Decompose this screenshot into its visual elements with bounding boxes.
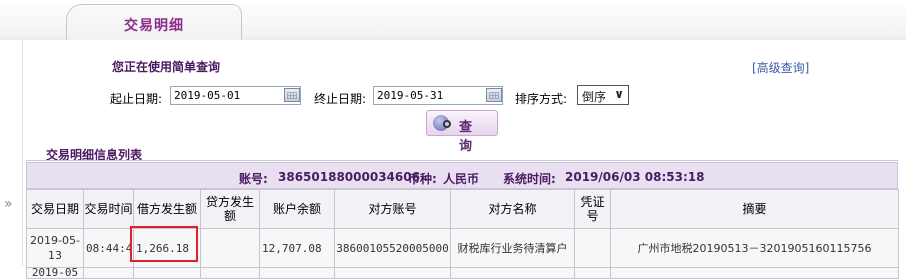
- search-button-label: 查 询: [459, 120, 476, 154]
- calendar-icon[interactable]: [486, 88, 502, 102]
- cell-debit: 1,266.18: [133, 228, 201, 268]
- cell-time: [83, 267, 134, 279]
- account-summary-bar: 账号: 38650188000034606 币种: 人民币 系统时间: 2019…: [26, 162, 898, 189]
- end-date-label: 终止日期:: [314, 92, 367, 106]
- cell-time: 08:44:40: [83, 228, 134, 268]
- column-header[interactable]: 对方账号: [334, 189, 451, 229]
- calendar-icon[interactable]: [284, 88, 300, 102]
- table-row[interactable]: 2019-05-13 08:44:40 1,266.18 12,707.08 3…: [26, 228, 899, 268]
- table-header-row: 交易日期 交易时间 借方发生额 贷方发生额 账户余额 对方账号 对方名称 凭证号…: [26, 189, 899, 229]
- sort-order-select[interactable]: 倒序 ∨: [577, 85, 629, 105]
- column-header[interactable]: 账户余额: [259, 189, 335, 229]
- search-button[interactable]: 查 询: [426, 110, 498, 154]
- cell-credit: [200, 228, 260, 268]
- table-row[interactable]: 2019-05: [26, 267, 899, 279]
- cell-counter-account: 38600105520005000: [334, 228, 451, 268]
- tab-label: 交易明细: [124, 18, 184, 34]
- advanced-query-link[interactable]: [高级查询]: [752, 59, 809, 76]
- column-header[interactable]: 凭证号: [574, 189, 611, 229]
- column-header[interactable]: 交易时间: [83, 189, 134, 229]
- system-time-label: 系统时间:: [503, 172, 556, 186]
- account-label: 账号:: [239, 172, 268, 186]
- query-mode-text: 您正在使用简单查询: [112, 60, 221, 74]
- cell-counter-account: [334, 267, 451, 279]
- column-header[interactable]: 摘要: [610, 189, 899, 229]
- tab-transaction-details[interactable]: 交易明细: [66, 4, 242, 40]
- divider: [26, 160, 898, 161]
- sort-label: 排序方式:: [515, 92, 568, 106]
- cell-summary: 广州市地税20190513－3201905160115756: [610, 228, 899, 268]
- cell-voucher: [574, 267, 611, 279]
- cell-summary: [610, 267, 899, 279]
- sort-order-value: 倒序: [582, 90, 607, 104]
- cell-voucher: [574, 228, 611, 268]
- cell-date: 2019-05-13: [26, 228, 84, 268]
- cell-date: 2019-05: [26, 267, 84, 279]
- system-time-value: 2019/06/03 08:53:18: [565, 170, 705, 184]
- cell-balance: 12,707.08: [259, 228, 335, 268]
- column-header[interactable]: 交易日期: [26, 189, 84, 229]
- column-header[interactable]: 对方名称: [450, 189, 575, 229]
- cell-counter-name: [450, 267, 575, 279]
- column-header[interactable]: 借方发生额: [133, 189, 201, 229]
- chevron-down-icon: ∨: [614, 87, 624, 101]
- currency-value: 人民币: [443, 172, 480, 186]
- collapse-arrow-icon[interactable]: »: [4, 196, 13, 212]
- cell-counter-name: 财税库行业务待清算户: [450, 228, 575, 268]
- currency-label: 币种:: [408, 172, 437, 186]
- cell-balance: [259, 267, 335, 279]
- start-date-input[interactable]: 2019-05-01: [170, 86, 301, 105]
- cell-debit: [133, 267, 201, 279]
- column-header[interactable]: 贷方发生额: [200, 189, 260, 229]
- account-number: 38650188000034606: [278, 170, 420, 184]
- end-date-input[interactable]: 2019-05-31: [373, 86, 503, 105]
- cell-credit: [200, 267, 260, 279]
- start-date-label: 起止日期:: [110, 92, 163, 106]
- magnifier-icon: [443, 120, 451, 128]
